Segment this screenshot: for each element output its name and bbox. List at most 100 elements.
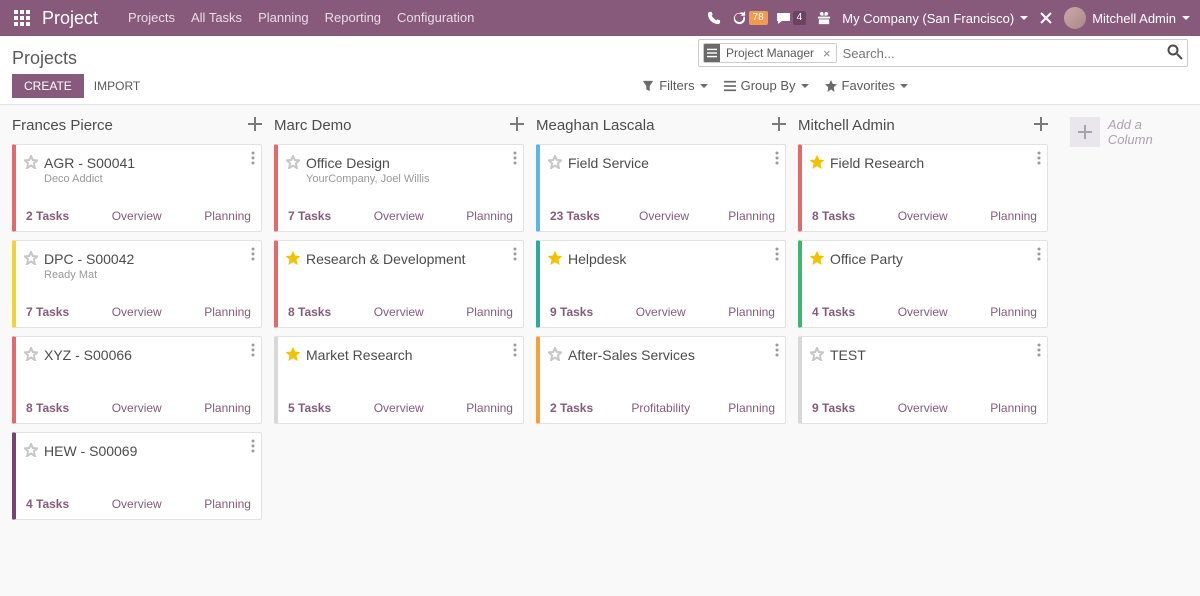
favorite-star-icon[interactable] [24, 347, 38, 364]
activities-tray[interactable]: 78 [732, 11, 768, 26]
card-link-overview[interactable]: Overview [112, 305, 162, 319]
card-tasks-link[interactable]: 4 Tasks [812, 305, 855, 319]
card-menu-icon[interactable] [1037, 247, 1041, 264]
project-card[interactable]: After-Sales Services 2 Tasks Profitabili… [536, 336, 786, 424]
card-title[interactable]: HEW - S00069 [44, 443, 251, 459]
project-card[interactable]: XYZ - S00066 8 Tasks Overview Planning [12, 336, 262, 424]
card-menu-icon[interactable] [513, 247, 517, 264]
card-tasks-link[interactable]: 8 Tasks [26, 401, 69, 415]
card-link-planning[interactable]: Planning [728, 209, 775, 223]
card-tasks-link[interactable]: 5 Tasks [288, 401, 331, 415]
card-menu-icon[interactable] [251, 343, 255, 360]
card-link-profitability[interactable]: Profitability [631, 401, 690, 415]
favorite-star-icon[interactable] [24, 251, 38, 268]
card-tasks-link[interactable]: 23 Tasks [550, 209, 600, 223]
card-tasks-link[interactable]: 2 Tasks [550, 401, 593, 415]
search-icon[interactable] [1167, 44, 1183, 63]
card-menu-icon[interactable] [775, 247, 779, 264]
project-card[interactable]: Research & Development 8 Tasks Overview … [274, 240, 524, 328]
favorite-star-icon[interactable] [548, 251, 562, 268]
card-tasks-link[interactable]: 8 Tasks [812, 209, 855, 223]
card-link-planning[interactable]: Planning [204, 401, 251, 415]
card-link-planning[interactable]: Planning [466, 209, 513, 223]
project-card[interactable]: Office Design YourCompany, Joel Willis 7… [274, 144, 524, 232]
groupby-menu[interactable]: Group By [724, 78, 809, 93]
facet-remove-icon[interactable]: × [818, 46, 836, 61]
quick-create-icon[interactable] [772, 117, 786, 134]
card-link-overview[interactable]: Overview [112, 497, 162, 511]
add-column-button[interactable] [1070, 117, 1100, 147]
card-tasks-link[interactable]: 9 Tasks [812, 401, 855, 415]
card-link-overview[interactable]: Overview [374, 305, 424, 319]
nav-projects[interactable]: Projects [120, 0, 183, 36]
card-title[interactable]: Office Design [306, 155, 513, 171]
card-title[interactable]: XYZ - S00066 [44, 347, 251, 363]
card-title[interactable]: After-Sales Services [568, 347, 775, 363]
card-menu-icon[interactable] [1037, 343, 1041, 360]
favorite-star-icon[interactable] [286, 251, 300, 268]
card-link-overview[interactable]: Overview [898, 209, 948, 223]
card-link-overview[interactable]: Overview [898, 305, 948, 319]
card-link-planning[interactable]: Planning [728, 305, 775, 319]
nav-all-tasks[interactable]: All Tasks [183, 0, 250, 36]
favorite-star-icon[interactable] [286, 155, 300, 172]
card-menu-icon[interactable] [513, 151, 517, 168]
favorite-star-icon[interactable] [24, 443, 38, 460]
card-menu-icon[interactable] [775, 343, 779, 360]
apps-icon[interactable] [8, 10, 36, 26]
card-link-overview[interactable]: Overview [374, 209, 424, 223]
quick-create-icon[interactable] [1034, 117, 1048, 134]
card-link-planning[interactable]: Planning [204, 497, 251, 511]
card-link-planning[interactable]: Planning [466, 401, 513, 415]
card-link-planning[interactable]: Planning [466, 305, 513, 319]
card-link-planning[interactable]: Planning [204, 209, 251, 223]
search-input[interactable] [843, 41, 1187, 65]
card-menu-icon[interactable] [251, 439, 255, 456]
favorites-menu[interactable]: Favorites [825, 78, 908, 93]
card-link-overview[interactable]: Overview [112, 401, 162, 415]
card-title[interactable]: Helpdesk [568, 251, 775, 267]
card-title[interactable]: AGR - S00041 [44, 155, 251, 171]
favorite-star-icon[interactable] [548, 155, 562, 172]
card-menu-icon[interactable] [251, 247, 255, 264]
create-button[interactable]: CREATE [12, 74, 84, 98]
card-tasks-link[interactable]: 7 Tasks [288, 209, 331, 223]
card-tasks-link[interactable]: 7 Tasks [26, 305, 69, 319]
card-tasks-link[interactable]: 9 Tasks [550, 305, 593, 319]
card-tasks-link[interactable]: 8 Tasks [288, 305, 331, 319]
card-title[interactable]: Office Party [830, 251, 1037, 267]
card-link-planning[interactable]: Planning [990, 305, 1037, 319]
project-card[interactable]: Field Service 23 Tasks Overview Planning [536, 144, 786, 232]
card-link-planning[interactable]: Planning [728, 401, 775, 415]
company-switcher[interactable]: My Company (San Francisco) [842, 11, 1028, 26]
project-card[interactable]: TEST 9 Tasks Overview Planning [798, 336, 1048, 424]
card-title[interactable]: Market Research [306, 347, 513, 363]
project-card[interactable]: Market Research 5 Tasks Overview Plannin… [274, 336, 524, 424]
nav-configuration[interactable]: Configuration [389, 0, 482, 36]
project-card[interactable]: AGR - S00041 Deco Addict 2 Tasks Overvie… [12, 144, 262, 232]
filters-menu[interactable]: Filters [642, 78, 707, 93]
card-link-overview[interactable]: Overview [636, 305, 686, 319]
card-menu-icon[interactable] [251, 151, 255, 168]
column-title[interactable]: Frances Pierce [12, 117, 113, 134]
quick-create-icon[interactable] [248, 117, 262, 134]
card-title[interactable]: Field Service [568, 155, 775, 171]
card-menu-icon[interactable] [775, 151, 779, 168]
card-link-planning[interactable]: Planning [990, 209, 1037, 223]
user-menu[interactable]: Mitchell Admin [1064, 7, 1190, 29]
search-bar[interactable]: Project Manager × [698, 39, 1188, 67]
card-link-overview[interactable]: Overview [112, 209, 162, 223]
phone-icon[interactable] [704, 0, 724, 36]
card-menu-icon[interactable] [1037, 151, 1041, 168]
messages-tray[interactable]: 4 [776, 11, 807, 26]
favorite-star-icon[interactable] [810, 155, 824, 172]
project-card[interactable]: Helpdesk 9 Tasks Overview Planning [536, 240, 786, 328]
favorite-star-icon[interactable] [810, 347, 824, 364]
favorite-star-icon[interactable] [24, 155, 38, 172]
gift-icon[interactable] [814, 0, 834, 36]
nav-planning[interactable]: Planning [250, 0, 317, 36]
favorite-star-icon[interactable] [810, 251, 824, 268]
app-brand[interactable]: Project [42, 8, 98, 29]
card-link-planning[interactable]: Planning [204, 305, 251, 319]
card-title[interactable]: Research & Development [306, 251, 513, 267]
